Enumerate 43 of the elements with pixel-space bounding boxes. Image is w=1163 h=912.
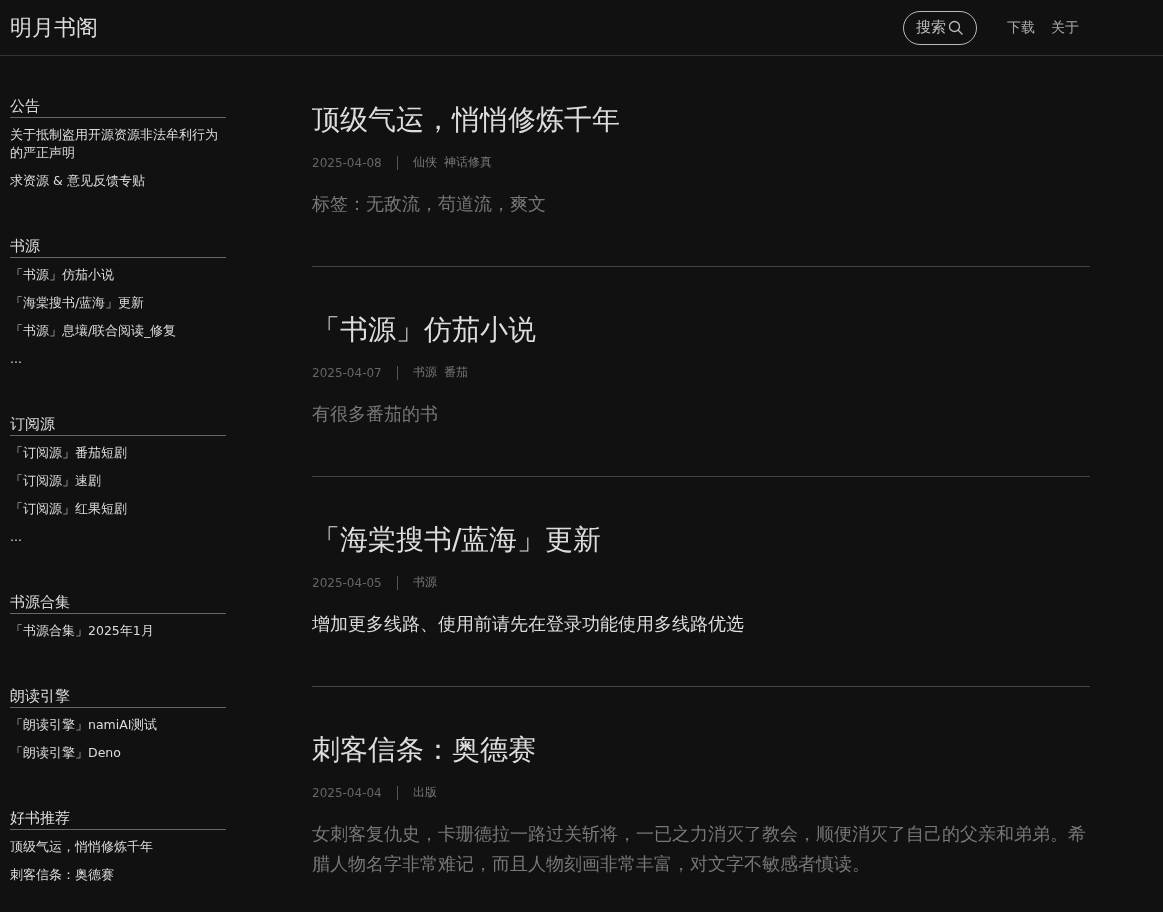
post-tag[interactable]: 出版 [412, 784, 437, 801]
post-title[interactable]: 「书源」仿茄小说 [312, 310, 1090, 350]
post-date: 2025-04-04 [312, 785, 382, 800]
search-icon [948, 19, 964, 36]
sidebar-link[interactable]: 刺客信条：奥德赛 [10, 866, 226, 884]
sidebar-link[interactable]: ... [10, 350, 226, 368]
sidebar-link[interactable]: 「书源」息壤/联合阅读_修复 [10, 322, 226, 340]
section-heading: 书源 [10, 236, 226, 258]
section-heading: 朗读引擎 [10, 686, 226, 708]
sidebar-link[interactable]: 「书源合集」2025年1月 [10, 622, 226, 640]
section-heading: 书源合集 [10, 592, 226, 614]
sidebar-link[interactable]: 「朗读引擎」namiAI测试 [10, 716, 226, 734]
post-tag[interactable]: 书源 [412, 574, 437, 591]
post-excerpt: 女刺客复仇史，卡珊德拉一路过关斩将，一已之力消灭了教会，顺便消灭了自己的父亲和弟弟。希腊人物名字非常难记，而且人物刻画非常丰富，对文字不敏感者慎读。 [312, 822, 1087, 876]
post-tag[interactable]: 书源 [412, 364, 437, 381]
section-heading: 好书推荐 [10, 808, 226, 830]
post-title[interactable]: 「海棠搜书/蓝海」更新 [312, 520, 1090, 560]
sidebar-link[interactable]: 「订阅源」速剧 [10, 472, 226, 490]
sidebar-link[interactable]: 「订阅源」番茄短剧 [10, 444, 226, 462]
post-date: 2025-04-08 [312, 155, 382, 170]
section-heading: 公告 [10, 96, 226, 118]
sidebar-link[interactable]: ... [10, 528, 226, 546]
nav-link[interactable]: 关于 [1051, 18, 1079, 37]
sidebar-link[interactable]: 求资源 & 意见反馈专贴 [10, 172, 226, 190]
sidebar-link[interactable]: 顶级气运，悄悄修炼千年 [10, 838, 226, 856]
section-heading: 订阅源 [10, 414, 226, 436]
post-date: 2025-04-07 [312, 365, 382, 380]
post-title[interactable]: 刺客信条：奥德赛 [312, 730, 1090, 770]
post-excerpt: 标签：无敌流，苟道流，爽文 [312, 192, 547, 216]
post-tag[interactable]: 仙侠 [412, 154, 437, 171]
post-date: 2025-04-05 [312, 575, 382, 590]
sidebar-link[interactable]: 「海棠搜书/蓝海」更新 [10, 294, 226, 312]
post-excerpt: 有很多番茄的书 [312, 402, 439, 426]
sidebar-link[interactable]: 「朗读引擎」Deno [10, 744, 226, 762]
nav-link[interactable]: 下载 [1007, 18, 1035, 37]
post-excerpt: 增加更多线路、使用前请先在登录功能使用多线路优选 [312, 612, 745, 636]
post-tag[interactable]: 神话修真 [443, 154, 492, 171]
sidebar-link[interactable]: 「书源」仿茄小说 [10, 266, 226, 284]
post-tag[interactable]: 番茄 [443, 364, 468, 381]
site-title[interactable]: 明月书阁 [10, 12, 98, 43]
sidebar-link[interactable]: 「订阅源」红果短剧 [10, 500, 226, 518]
post-title[interactable]: 顶级气运，悄悄修炼千年 [312, 100, 1090, 140]
sidebar-link[interactable]: 关于抵制盗用开源资源非法牟利行为的严正声明 [10, 126, 226, 162]
